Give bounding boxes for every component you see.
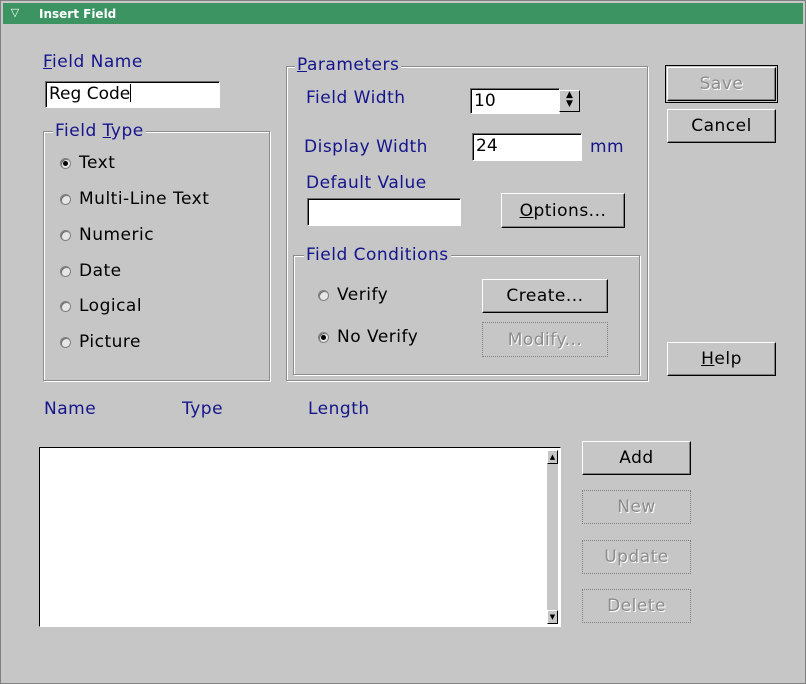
field-type-group bbox=[43, 131, 270, 381]
field-conditions-group bbox=[293, 255, 640, 375]
no-verify-label[interactable]: No Verify bbox=[337, 327, 418, 347]
scroll-down-icon[interactable]: ▼ bbox=[547, 610, 558, 624]
field-type-picture-radio[interactable] bbox=[60, 337, 71, 348]
title-bar[interactable]: ▽ Insert Field bbox=[3, 3, 803, 24]
cancel-button[interactable]: Cancel bbox=[667, 109, 776, 143]
create-button[interactable]: Create... bbox=[482, 279, 608, 313]
add-button[interactable]: Add bbox=[582, 441, 691, 475]
column-header-type: Type bbox=[182, 399, 224, 419]
default-value-input[interactable] bbox=[307, 198, 461, 226]
column-header-length: Length bbox=[308, 399, 370, 419]
field-type-legend: Field Type bbox=[53, 121, 146, 141]
field-type-numeric-label[interactable]: Numeric bbox=[79, 225, 154, 245]
field-width-spinner[interactable]: ▲ ▼ bbox=[559, 90, 580, 112]
display-width-label: Display Width bbox=[304, 137, 428, 157]
window-title: Insert Field bbox=[39, 7, 117, 21]
field-name-label: Field Name bbox=[43, 52, 143, 72]
field-type-text-label[interactable]: Text bbox=[79, 153, 115, 173]
text-caret bbox=[130, 84, 132, 102]
display-width-input[interactable]: 24 bbox=[472, 133, 582, 161]
no-verify-radio[interactable] bbox=[318, 332, 329, 343]
field-type-date-label[interactable]: Date bbox=[79, 261, 122, 281]
field-type-logical-label[interactable]: Logical bbox=[79, 296, 142, 316]
verify-label[interactable]: Verify bbox=[337, 285, 388, 305]
field-type-logical-radio[interactable] bbox=[60, 301, 71, 312]
new-button[interactable]: New bbox=[582, 490, 691, 524]
modify-button[interactable]: Modify... bbox=[482, 322, 608, 357]
default-value-label: Default Value bbox=[306, 173, 427, 193]
verify-radio[interactable] bbox=[318, 290, 329, 301]
options-button[interactable]: Options... bbox=[501, 193, 625, 228]
field-conditions-legend: Field Conditions bbox=[304, 245, 451, 265]
system-menu-icon[interactable]: ▽ bbox=[7, 6, 23, 20]
parameters-legend: Parameters bbox=[295, 55, 402, 75]
field-type-text-radio[interactable] bbox=[60, 158, 71, 169]
update-button[interactable]: Update bbox=[582, 540, 691, 574]
field-name-input[interactable]: Reg Code bbox=[45, 81, 220, 108]
field-type-date-radio[interactable] bbox=[60, 266, 71, 277]
field-type-numeric-radio[interactable] bbox=[60, 230, 71, 241]
spin-down-icon[interactable]: ▼ bbox=[560, 100, 579, 109]
field-type-picture-label[interactable]: Picture bbox=[79, 332, 141, 352]
save-button[interactable]: Save bbox=[665, 65, 778, 103]
field-type-multiline-radio[interactable] bbox=[60, 194, 71, 205]
insert-field-dialog: ▽ Insert Field Field Name Reg Code Field… bbox=[0, 0, 806, 684]
help-button[interactable]: Help bbox=[667, 342, 776, 376]
delete-button[interactable]: Delete bbox=[582, 589, 691, 623]
field-type-multiline-label[interactable]: Multi-Line Text bbox=[79, 189, 209, 209]
field-width-input[interactable]: 10 bbox=[470, 88, 560, 114]
scroll-up-icon[interactable]: ▲ bbox=[547, 450, 558, 464]
vertical-scrollbar[interactable]: ▲ ▼ bbox=[547, 450, 558, 624]
display-width-unit: mm bbox=[590, 137, 625, 157]
field-width-label: Field Width bbox=[306, 88, 406, 108]
column-header-name: Name bbox=[44, 399, 97, 419]
fields-listbox[interactable]: ▲ ▼ bbox=[39, 447, 561, 627]
